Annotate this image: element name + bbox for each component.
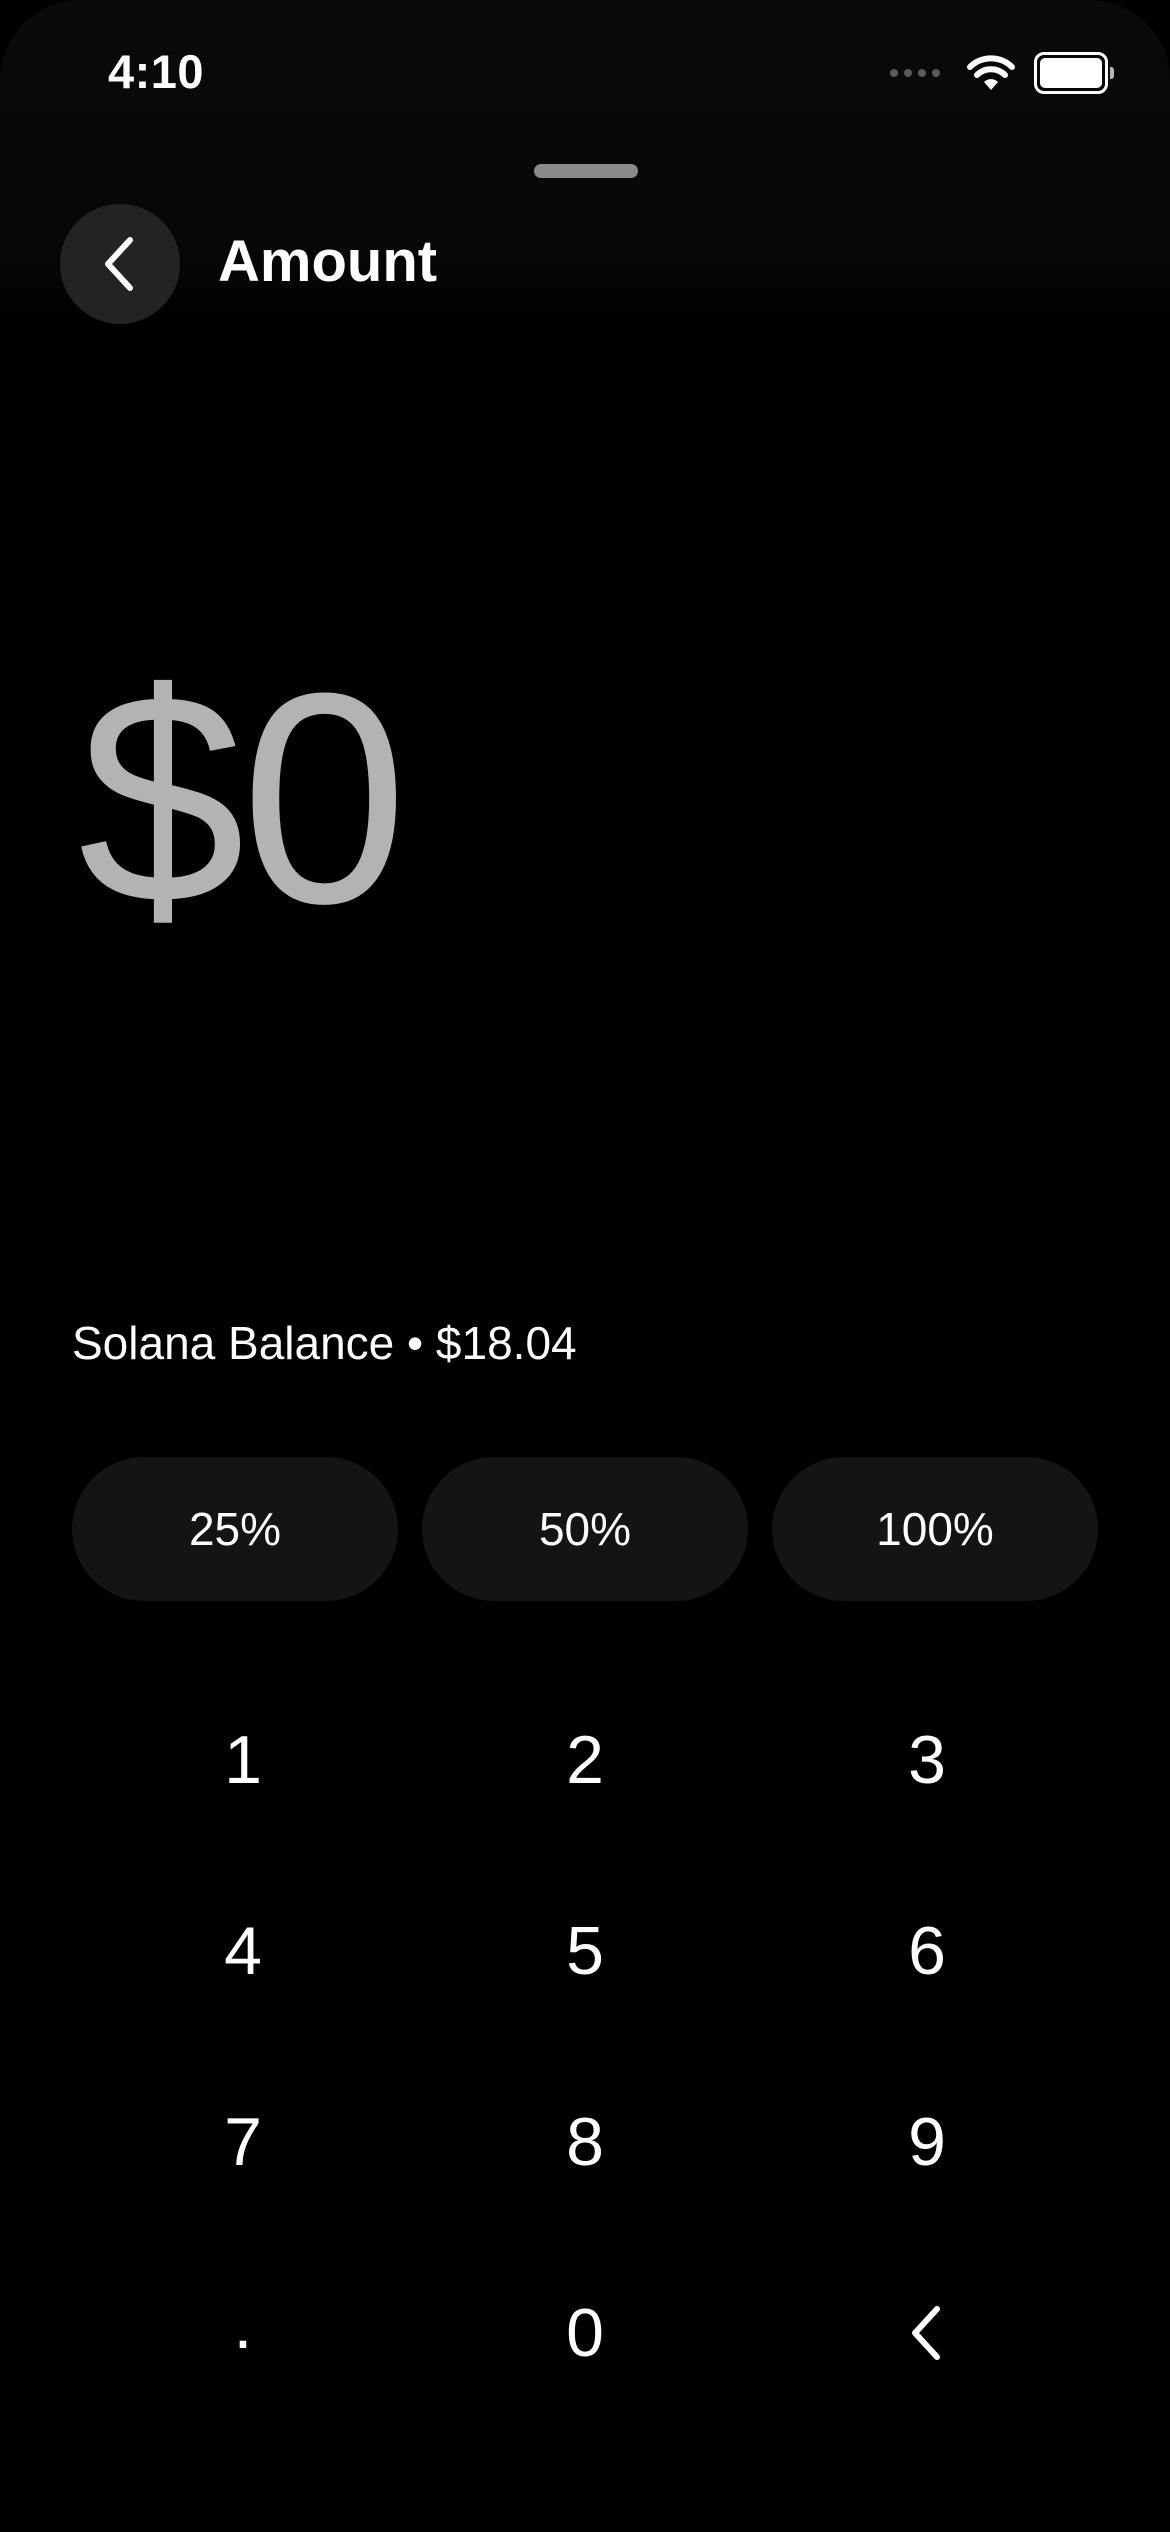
wifi-icon <box>966 54 1016 92</box>
amount-sheet: 4:10 Amount $0 Solana Balance • $18.04 2… <box>0 0 1170 2532</box>
key-1[interactable]: 1 <box>72 1664 414 1855</box>
percent-25-button[interactable]: 25% <box>72 1457 398 1601</box>
key-3[interactable]: 3 <box>756 1664 1098 1855</box>
balance-label: Solana Balance • $18.04 <box>72 1317 577 1369</box>
screen: 4:10 Amount $0 Solana Balance • $18.04 2… <box>0 0 1170 2532</box>
percent-100-button[interactable]: 100% <box>772 1457 1098 1601</box>
key-6[interactable]: 6 <box>756 1855 1098 2046</box>
key-2[interactable]: 2 <box>414 1664 756 1855</box>
sheet-grabber[interactable] <box>534 164 638 178</box>
percent-50-button[interactable]: 50% <box>422 1457 748 1601</box>
backspace-icon <box>907 2303 947 2363</box>
status-icons <box>890 52 1114 94</box>
key-7[interactable]: 7 <box>72 2046 414 2237</box>
key-4[interactable]: 4 <box>72 1855 414 2046</box>
key-backspace[interactable] <box>756 2237 1098 2428</box>
signal-icon <box>890 69 940 77</box>
battery-icon <box>1034 52 1114 94</box>
key-5[interactable]: 5 <box>414 1855 756 2046</box>
key-8[interactable]: 8 <box>414 2046 756 2237</box>
key-9[interactable]: 9 <box>756 2046 1098 2237</box>
back-button[interactable] <box>60 204 180 324</box>
status-time: 4:10 <box>108 45 205 98</box>
numeric-keypad: 1 2 3 4 5 6 7 8 9 . 0 <box>72 1664 1098 2428</box>
chevron-left-icon <box>98 234 142 294</box>
amount-display: $0 <box>78 630 408 966</box>
page-title: Amount <box>218 229 438 294</box>
key-decimal[interactable]: . <box>72 2237 414 2428</box>
key-0[interactable]: 0 <box>414 2237 756 2428</box>
percent-button-row: 25% 50% 100% <box>72 1457 1098 1601</box>
